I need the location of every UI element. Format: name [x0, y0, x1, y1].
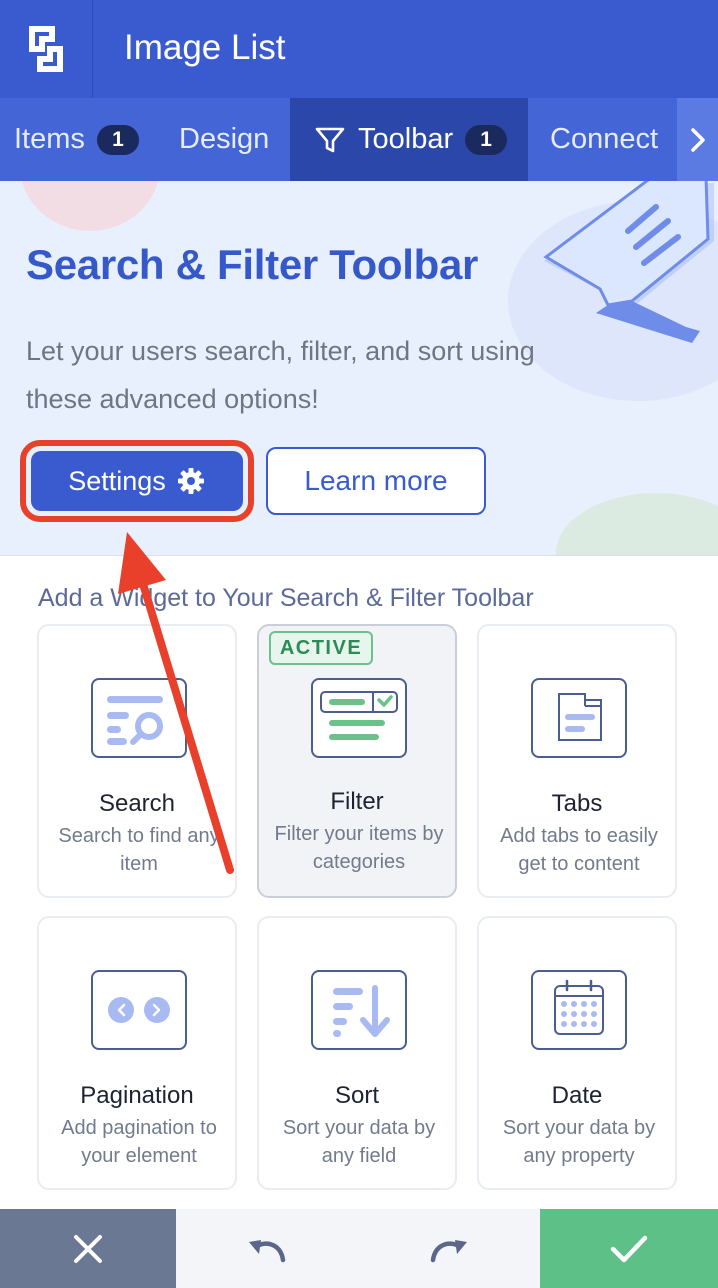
widget-card-date[interactable]: Date Sort your data by any property [477, 916, 677, 1190]
widget-card-description: Filter your items by categories [274, 823, 444, 873]
widget-card-description: Sort your data by any property [502, 1117, 656, 1167]
tab-items-label: Items [14, 123, 85, 155]
funnel-illustration-icon [543, 181, 714, 343]
tab-items-badge: 1 [96, 124, 139, 155]
tab-design[interactable]: Design [179, 98, 269, 181]
widget-card-title: Search [98, 790, 176, 817]
hero-title: Search & Filter Toolbar [26, 241, 479, 288]
decorative-blob [20, 181, 160, 231]
widget-card-search[interactable]: Search Search to find any item [37, 624, 237, 898]
chevron-right-icon [690, 127, 705, 152]
undo-button[interactable] [176, 1209, 358, 1288]
hero-description: Let your users search, filter, and sort … [26, 336, 535, 414]
widget-card-description: Add pagination to your element [61, 1117, 217, 1167]
filter-icon [315, 127, 345, 152]
redo-button[interactable] [358, 1209, 540, 1288]
widget-card-description: Add tabs to easily get to content [500, 825, 658, 875]
tab-items[interactable]: Items 1 [14, 98, 139, 181]
sort-widget-icon [311, 970, 407, 1050]
date-widget-icon [531, 970, 627, 1050]
widget-card-tabs[interactable]: Tabs Add tabs to easily get to content [477, 624, 677, 898]
widget-card-sort[interactable]: Sort Sort your data by any field [257, 916, 457, 1190]
tab-toolbar[interactable]: Toolbar 1 [290, 98, 528, 181]
tab-connect[interactable]: Connect [550, 98, 658, 181]
redo-icon [430, 1239, 467, 1262]
widget-card-title: Filter [330, 788, 384, 815]
active-badge: ACTIVE [269, 631, 373, 665]
widget-card-pagination[interactable]: Pagination Add pagination to your elemen… [37, 916, 237, 1190]
tabs-widget-icon [531, 678, 627, 758]
tab-design-label: Design [179, 123, 270, 155]
tab-bar: Items 1 Design Toolbar 1 Connect [0, 98, 718, 181]
widget-card-title: Pagination [80, 1082, 194, 1109]
decorative-blob [556, 493, 718, 555]
pagination-widget-icon [91, 970, 187, 1050]
search-widget-icon [91, 678, 187, 758]
app-header: Image List [0, 0, 718, 98]
tab-connect-label: Connect [550, 123, 659, 155]
settings-button-label: Settings [68, 465, 166, 496]
check-icon [610, 1235, 648, 1262]
widget-card-title: Sort [334, 1082, 379, 1109]
widget-card-title: Tabs [551, 790, 603, 817]
tab-toolbar-badge: 1 [465, 124, 508, 155]
widget-card-title: Date [551, 1082, 603, 1109]
widgets-heading: Add a Widget to Your Search & Filter Too… [38, 584, 534, 612]
app-logo-icon [29, 26, 63, 72]
gear-icon [177, 468, 204, 494]
logo-container [0, 0, 93, 98]
app-title: Image List [124, 28, 286, 67]
widget-card-description: Search to find any item [58, 825, 220, 875]
widget-card-filter[interactable]: ACTIVE Filter Filter your items by categ… [257, 624, 457, 898]
widget-card-description: Sort your data by any field [282, 1117, 436, 1167]
cancel-button[interactable] [0, 1209, 176, 1288]
bottom-action-bar [0, 1209, 718, 1288]
tabs-scroll-next-button[interactable] [677, 98, 718, 181]
tab-toolbar-label: Toolbar [358, 123, 454, 155]
settings-button[interactable]: Settings [31, 451, 243, 511]
learn-more-button[interactable]: Learn more [266, 447, 486, 515]
hero-banner: Search & Filter Toolbar Let your users s… [0, 181, 718, 556]
close-icon [74, 1234, 102, 1263]
confirm-button[interactable] [540, 1209, 718, 1288]
filter-widget-icon [311, 678, 407, 758]
undo-icon [249, 1239, 286, 1262]
